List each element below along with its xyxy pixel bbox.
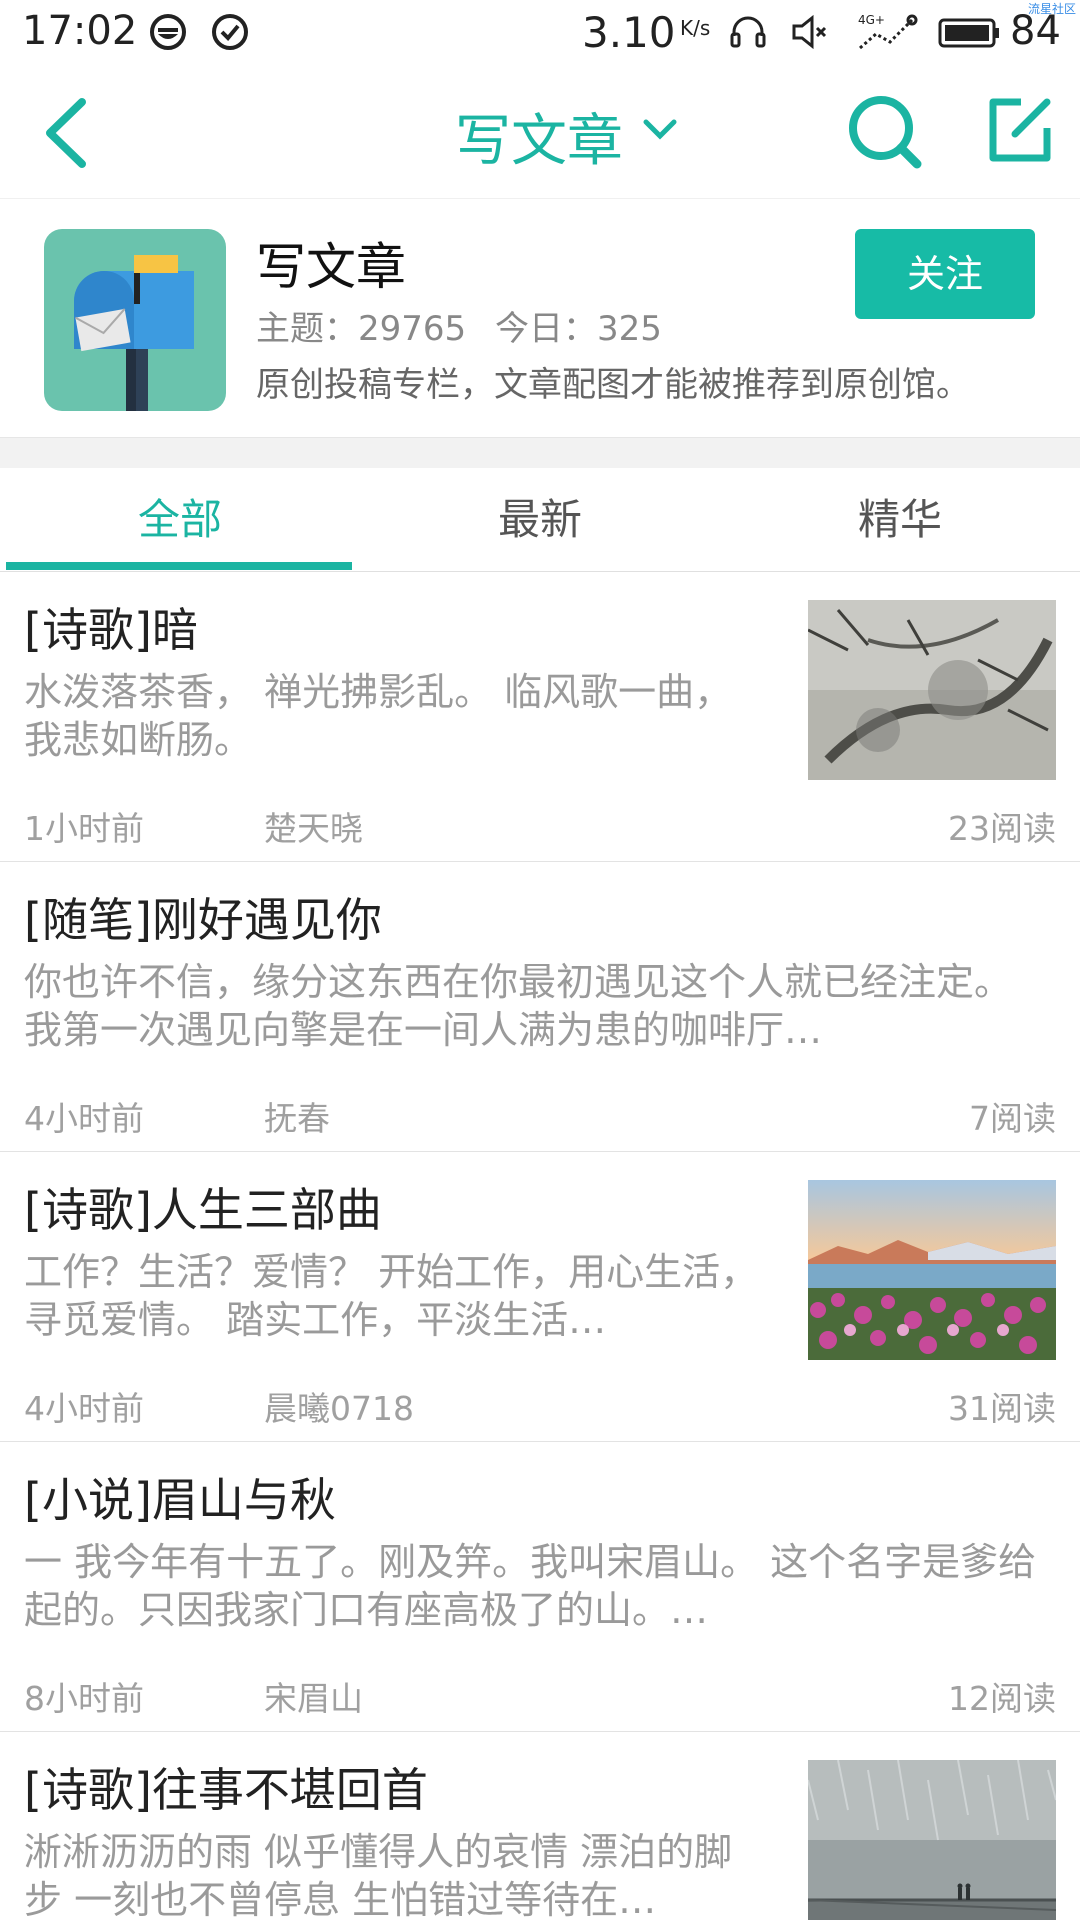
- post-reads: 23阅读: [948, 809, 1056, 848]
- status-bar: 17:02 3.10 K/s 4G+ 84 流星社区: [0, 0, 1080, 68]
- chevron-down-icon[interactable]: [642, 116, 678, 144]
- post-title[interactable]: [诗歌]暗: [24, 594, 198, 660]
- watermark: 流星社区: [1027, 2, 1076, 16]
- topic-count: 主题：29765: [256, 309, 467, 349]
- forum-name: 写文章: [256, 238, 406, 296]
- tab-latest[interactable]: 最新: [360, 468, 720, 572]
- post-author[interactable]: 楚天晓: [264, 802, 363, 850]
- section-divider: [0, 438, 1080, 468]
- post-reads: 7阅读: [969, 1099, 1056, 1138]
- tab-bar: 全部 最新 精华: [0, 468, 1080, 572]
- rain-scene-thumbnail[interactable]: [808, 1760, 1056, 1920]
- post-item[interactable]: [诗歌]暗 水泼落茶香， 禅光拂影乱。 临风歌一曲， 我悲如断肠。 1小时前 楚…: [0, 572, 1080, 862]
- signal-icon: 4G+: [858, 13, 918, 50]
- forum-description: 原创投稿专栏，文章配图才能被推荐到原创馆。: [256, 365, 970, 405]
- mailbox-icon: [44, 229, 226, 411]
- nav-title[interactable]: 写文章: [455, 96, 623, 177]
- today-count: 今日：325: [494, 309, 662, 349]
- tab-featured[interactable]: 精华: [720, 468, 1080, 572]
- tab-all[interactable]: 全部: [0, 468, 360, 572]
- forum-header: 写文章 主题：29765 今日：325 原创投稿专栏，文章配图才能被推荐到原创馆…: [0, 198, 1080, 438]
- post-reads: 31阅读: [948, 1389, 1056, 1428]
- post-item[interactable]: [小说]眉山与秋 一 我今年有十五了。刚及笄。我叫宋眉山。 这个名字是爹给起的。…: [0, 1442, 1080, 1732]
- post-time: 4小时前: [24, 1099, 144, 1138]
- smiley-icon: [150, 14, 186, 50]
- post-item[interactable]: [诗歌]人生三部曲 工作？生活？爱情？ 开始工作，用心生活，寻觅爱情。 踏实工作…: [0, 1152, 1080, 1442]
- network-type-label: 4G+: [858, 13, 885, 27]
- ink-painting-thumbnail[interactable]: [808, 600, 1056, 780]
- search-icon[interactable]: [845, 92, 923, 170]
- nav-bar: 写文章: [0, 68, 1080, 198]
- post-excerpt: 水泼落茶香， 禅光拂影乱。 临风歌一曲， 我悲如断肠。: [24, 670, 733, 762]
- post-author[interactable]: 宋眉山: [264, 1672, 363, 1720]
- net-speed: 3.10: [582, 8, 676, 57]
- post-author[interactable]: 抚春: [264, 1092, 330, 1140]
- post-item[interactable]: [随笔]刚好遇见你 你也许不信，缘分这东西在你最初遇见这个人就已经注定。 我第一…: [0, 862, 1080, 1152]
- post-title[interactable]: [随笔]刚好遇见你: [24, 884, 382, 950]
- check-circle-icon: [212, 14, 248, 50]
- post-reads: 12阅读: [948, 1679, 1056, 1718]
- net-speed-unit: K/s: [680, 16, 711, 40]
- status-time: 17:02: [22, 8, 138, 54]
- post-item[interactable]: [诗歌]往事不堪回首 淅淅沥沥的雨 似乎懂得人的哀情 漂泊的脚步 一刻也不曾停息…: [0, 1732, 1080, 1920]
- follow-button[interactable]: 关注: [855, 229, 1035, 319]
- post-time: 4小时前: [24, 1389, 144, 1428]
- battery-icon: [938, 18, 999, 48]
- back-icon[interactable]: [40, 96, 90, 170]
- post-title[interactable]: [小说]眉山与秋: [24, 1464, 336, 1530]
- forum-stats: 主题：29765 今日：325: [256, 301, 680, 350]
- post-title[interactable]: [诗歌]人生三部曲: [24, 1174, 382, 1240]
- mute-icon: [792, 14, 827, 50]
- post-excerpt: 淅淅沥沥的雨 似乎懂得人的哀情 漂泊的脚步 一刻也不曾停息 生怕错过等待在…: [24, 1830, 733, 1920]
- post-excerpt: 工作？生活？爱情？ 开始工作，用心生活，寻觅爱情。 踏实工作，平淡生活…: [24, 1250, 759, 1342]
- post-time: 8小时前: [24, 1679, 144, 1718]
- post-author[interactable]: 晨曦0718: [264, 1382, 414, 1430]
- compose-icon[interactable]: [985, 96, 1053, 164]
- post-excerpt: 你也许不信，缘分这东西在你最初遇见这个人就已经注定。 我第一次遇见向擎是在一间人…: [24, 960, 1013, 1052]
- post-excerpt: 一 我今年有十五了。刚及笄。我叫宋眉山。 这个名字是爹给起的。只因我家门口有座高…: [24, 1540, 1037, 1632]
- post-title[interactable]: [诗歌]往事不堪回首: [24, 1754, 428, 1820]
- post-time: 1小时前: [24, 809, 144, 848]
- lake-flowers-thumbnail[interactable]: [808, 1180, 1056, 1360]
- headset-icon: [730, 16, 766, 48]
- tab-indicator: [6, 562, 352, 570]
